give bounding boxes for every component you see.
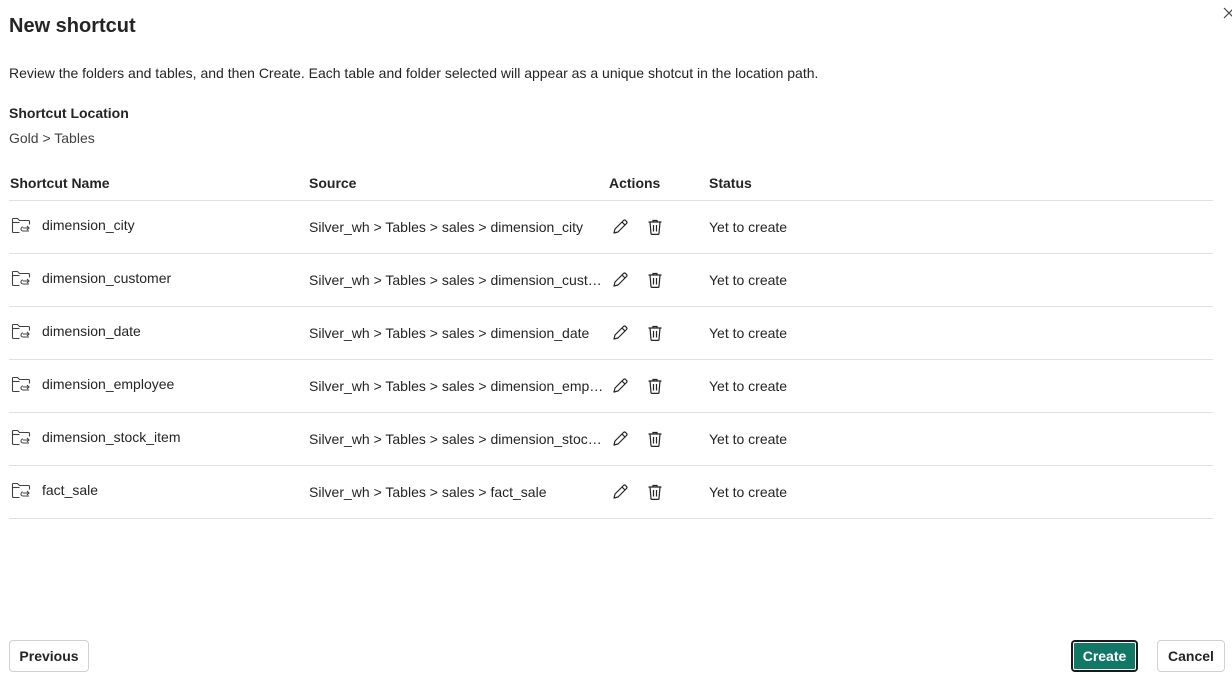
pencil-icon[interactable] — [609, 269, 631, 291]
status-text: Yet to create — [709, 325, 788, 341]
pencil-icon[interactable] — [609, 216, 631, 238]
shortcut-name: dimension_customer — [42, 270, 172, 286]
dialog-description: Review the folders and tables, and then … — [9, 65, 819, 81]
shortcut-location-label: Shortcut Location — [9, 105, 129, 121]
source-path: Silver_wh > Tables > sales > dimension_c… — [309, 219, 584, 235]
source-path: Silver_wh > Tables > sales > dimension_s… — [309, 431, 604, 447]
header-source: Source — [309, 175, 357, 191]
pencil-icon[interactable] — [609, 322, 631, 344]
row-actions — [609, 322, 709, 344]
trash-icon[interactable] — [644, 428, 666, 450]
shortcut-name: fact_sale — [42, 482, 99, 498]
table-row: dimension_stock_item Silver_wh > Tables … — [9, 413, 1213, 466]
pencil-icon[interactable] — [609, 375, 631, 397]
table-header: Shortcut Name Source Actions Status — [9, 166, 1213, 201]
folder-shortcut-icon — [10, 215, 32, 235]
shortcut-name: dimension_city — [42, 217, 135, 233]
folder-shortcut-icon — [10, 427, 32, 447]
table-row: dimension_employee Silver_wh > Tables > … — [9, 360, 1213, 413]
pencil-icon[interactable] — [609, 481, 631, 503]
new-shortcut-dialog: New shortcut Review the folders and tabl… — [0, 0, 1232, 681]
previous-button[interactable]: Previous — [9, 640, 89, 672]
trash-icon[interactable] — [644, 481, 666, 503]
trash-icon[interactable] — [644, 269, 666, 291]
shortcut-name-cell: dimension_stock_item — [9, 427, 309, 447]
header-shortcut-name: Shortcut Name — [10, 175, 110, 191]
folder-shortcut-icon — [10, 268, 32, 288]
table-row: dimension_city Silver_wh > Tables > sale… — [9, 201, 1213, 254]
pencil-icon[interactable] — [609, 428, 631, 450]
row-actions — [609, 481, 709, 503]
create-button[interactable]: Create — [1071, 640, 1138, 672]
row-actions — [609, 269, 709, 291]
table-row: dimension_date Silver_wh > Tables > sale… — [9, 307, 1213, 360]
row-actions — [609, 375, 709, 397]
status-text: Yet to create — [709, 219, 788, 235]
shortcut-name-cell: dimension_customer — [9, 268, 309, 288]
cancel-button[interactable]: Cancel — [1157, 640, 1225, 672]
shortcut-location-value: Gold > Tables — [9, 130, 95, 146]
source-path: Silver_wh > Tables > sales > dimension_e… — [309, 378, 604, 394]
folder-shortcut-icon — [10, 374, 32, 394]
shortcut-name: dimension_stock_item — [42, 429, 181, 445]
trash-icon[interactable] — [644, 375, 666, 397]
shortcut-name-cell: dimension_city — [9, 215, 309, 235]
status-text: Yet to create — [709, 272, 788, 288]
trash-icon[interactable] — [644, 216, 666, 238]
trash-icon[interactable] — [644, 322, 666, 344]
status-text: Yet to create — [709, 431, 788, 447]
row-actions — [609, 428, 709, 450]
table-row: dimension_customer Silver_wh > Tables > … — [9, 254, 1213, 307]
shortcut-name-cell: dimension_date — [9, 321, 309, 341]
status-text: Yet to create — [709, 378, 788, 394]
shortcuts-table: Shortcut Name Source Actions Status dime… — [9, 166, 1213, 519]
source-path: Silver_wh > Tables > sales > fact_sale — [309, 484, 547, 500]
folder-shortcut-icon — [10, 480, 32, 500]
shortcut-name: dimension_date — [42, 323, 141, 339]
table-body: dimension_city Silver_wh > Tables > sale… — [9, 201, 1213, 519]
shortcut-name-cell: dimension_employee — [9, 374, 309, 394]
shortcut-name-cell: fact_sale — [9, 480, 309, 500]
dialog-title: New shortcut — [9, 15, 136, 37]
source-path: Silver_wh > Tables > sales > dimension_c… — [309, 272, 604, 288]
table-row: fact_sale Silver_wh > Tables > sales > f… — [9, 466, 1213, 519]
status-text: Yet to create — [709, 484, 788, 500]
folder-shortcut-icon — [10, 321, 32, 341]
row-actions — [609, 216, 709, 238]
header-status: Status — [709, 175, 752, 191]
header-actions: Actions — [609, 175, 661, 191]
close-icon[interactable] — [1222, 4, 1232, 22]
shortcut-name: dimension_employee — [42, 376, 175, 392]
source-path: Silver_wh > Tables > sales > dimension_d… — [309, 325, 590, 341]
